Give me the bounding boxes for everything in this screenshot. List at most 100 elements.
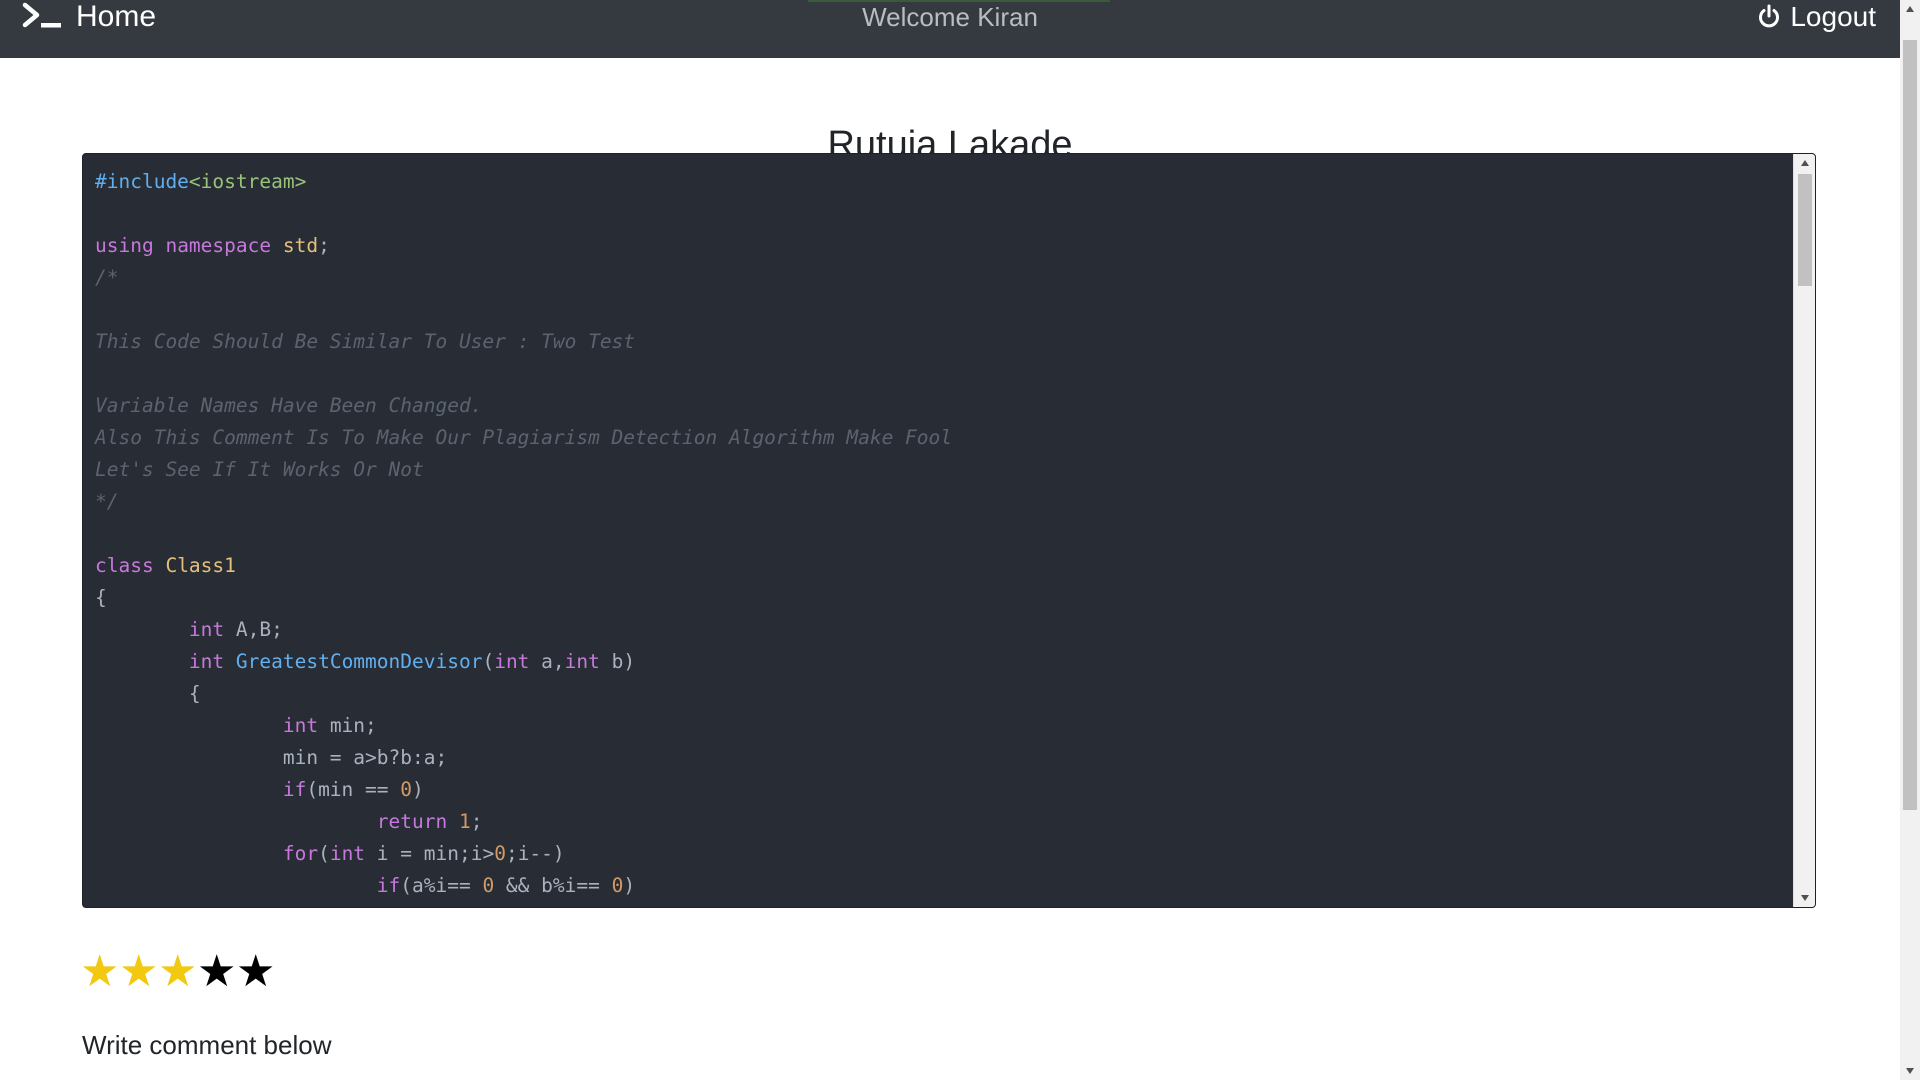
- code-line: for(int i = min;i>0;i--): [95, 838, 1795, 870]
- code-token: std: [282, 234, 319, 257]
- star-empty-icon[interactable]: ★: [236, 947, 275, 997]
- page-scroll-thumb[interactable]: [1903, 40, 1917, 810]
- code-token: ;: [470, 810, 483, 833]
- code-token: min = a>b?b:a;: [95, 746, 448, 769]
- code-token: int: [494, 650, 530, 673]
- code-token: class: [95, 554, 154, 577]
- code-token: ): [623, 874, 636, 897]
- star-empty-icon[interactable]: ★: [197, 947, 236, 997]
- code-token: ;: [318, 234, 330, 257]
- caret-up-icon: [1800, 160, 1809, 166]
- star-filled-icon[interactable]: ★: [80, 947, 119, 997]
- code-token: namespace: [165, 234, 272, 257]
- code-line: int GreatestCommonDevisor(int a,int b): [95, 646, 1795, 678]
- code-block: #include<iostream> using namespace std; /*…: [95, 166, 1795, 902]
- code-token: #include: [95, 170, 189, 193]
- code-token: int: [564, 650, 600, 673]
- page: Home Welcome Kiran Logout Rutuja Lakade …: [0, 0, 1920, 1080]
- code-token: 1: [458, 810, 471, 833]
- code-line: #include<iostream>: [95, 166, 1795, 198]
- caret-down-icon: [1800, 895, 1809, 901]
- code-line: using namespace std;: [95, 230, 1795, 262]
- code-token: if: [376, 874, 401, 897]
- code-line: if(min == 0): [95, 774, 1795, 806]
- logout-button[interactable]: Logout: [1756, 0, 1876, 34]
- code-token: for: [282, 842, 319, 865]
- code-viewer[interactable]: #include<iostream> using namespace std; /*…: [82, 153, 1816, 908]
- welcome-text: Welcome Kiran: [862, 2, 1038, 32]
- code-token: 0: [482, 874, 495, 897]
- code-line: class Class1: [95, 550, 1795, 582]
- code-line: This Code Should Be Similar To User : Tw…: [95, 326, 1795, 358]
- code-token: This Code Should Be Similar To User : Tw…: [95, 330, 636, 353]
- code-token: */: [95, 490, 119, 513]
- code-token: (a%i==: [400, 874, 483, 897]
- code-token: 0: [494, 842, 506, 865]
- page-scrollbar[interactable]: [1900, 0, 1920, 1080]
- code-line: Variable Names Have Been Changed.: [95, 390, 1795, 422]
- star-filled-icon[interactable]: ★: [158, 947, 197, 997]
- caret-down-icon: [1906, 1068, 1914, 1074]
- code-token: Variable Names Have Been Changed.: [95, 394, 483, 417]
- caret-up-icon: [1906, 6, 1914, 12]
- power-icon: [1759, 4, 1780, 28]
- code-line: Let's See If It Works Or Not: [95, 454, 1795, 486]
- page-scroll-up-button[interactable]: [1900, 0, 1920, 18]
- page-scroll-down-button[interactable]: [1900, 1062, 1920, 1080]
- code-line: int A,B;: [95, 614, 1795, 646]
- comment-label: Write comment below: [82, 1030, 332, 1060]
- code-token: (: [482, 650, 495, 673]
- code-token: a,: [529, 650, 565, 673]
- code-token: {: [95, 682, 201, 705]
- code-token: {: [95, 586, 107, 609]
- code-token: using: [95, 234, 154, 257]
- code-scroll-up-button[interactable]: [1794, 154, 1815, 172]
- code-scroll-thumb[interactable]: [1798, 174, 1812, 286]
- code-token: (: [318, 842, 330, 865]
- code-line: /*: [95, 262, 1795, 294]
- code-token: && b%i==: [494, 874, 612, 897]
- code-line: Also This Comment Is To Make Our Plagiar…: [95, 422, 1795, 454]
- code-token: Let's See If It Works Or Not: [95, 458, 424, 481]
- code-line: min = a>b?b:a;: [95, 742, 1795, 774]
- code-token: int: [329, 842, 366, 865]
- code-token: min;: [318, 714, 377, 737]
- code-token: 0: [611, 874, 624, 897]
- code-token: GreatestCommonDevisor: [235, 650, 483, 673]
- code-token: return: [376, 810, 448, 833]
- code-token: int: [282, 714, 319, 737]
- code-token: if: [282, 778, 307, 801]
- code-scrollbar[interactable]: [1793, 154, 1815, 907]
- code-line: if(a%i== 0 && b%i== 0): [95, 870, 1795, 902]
- code-token: Class1: [165, 554, 236, 577]
- top-navbar: Home Welcome Kiran Logout: [0, 0, 1900, 58]
- code-token: A,B;: [224, 618, 283, 641]
- code-line: {: [95, 582, 1795, 614]
- star-rating[interactable]: ★ ★ ★ ★ ★: [80, 947, 275, 997]
- code-token: /*: [95, 266, 119, 289]
- code-line: int min;: [95, 710, 1795, 742]
- code-token: ;i--): [505, 842, 565, 865]
- code-token: i = min;i>: [365, 842, 495, 865]
- code-token: (min ==: [306, 778, 401, 801]
- code-token: int: [188, 650, 225, 673]
- code-token: 0: [400, 778, 412, 801]
- code-token: Also This Comment Is To Make Our Plagiar…: [95, 426, 953, 449]
- star-filled-icon[interactable]: ★: [119, 947, 158, 997]
- code-scroll-down-button[interactable]: [1794, 889, 1815, 907]
